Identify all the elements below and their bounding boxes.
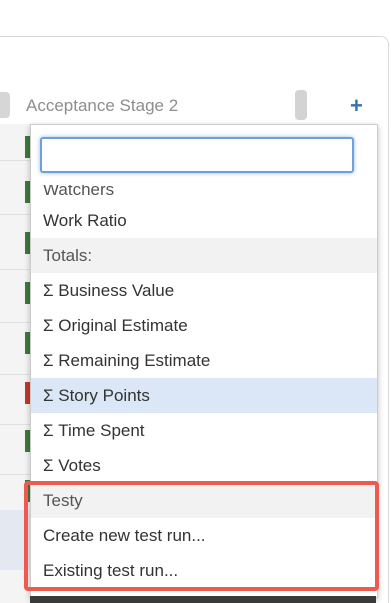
- list-item[interactable]: Σ Story Points: [31, 378, 377, 413]
- list-item[interactable]: Σ Votes: [31, 448, 377, 483]
- left-strip-selected: [0, 510, 30, 570]
- list-item[interactable]: Existing test run...: [31, 553, 377, 588]
- list-item[interactable]: Σ Time Spent: [31, 413, 377, 448]
- search-area: [31, 125, 377, 185]
- row-divider: [0, 214, 30, 215]
- row-divider: [0, 322, 30, 323]
- list-item[interactable]: Σ Remaining Estimate: [31, 343, 377, 378]
- row-divider: [0, 474, 30, 475]
- list-item[interactable]: Work Ratio: [31, 203, 377, 238]
- list-group-header: Totals:: [31, 238, 377, 273]
- list-group-header: Testy: [31, 483, 377, 518]
- list-item[interactable]: Σ Business Value: [31, 273, 377, 308]
- row-divider: [0, 160, 30, 161]
- list-item[interactable]: Watchers: [31, 185, 377, 203]
- field-list: Watchers Work Ratio Totals: Σ Business Valu…: [31, 185, 377, 588]
- list-item[interactable]: Create new test run...: [31, 518, 377, 553]
- search-input[interactable]: [40, 137, 354, 173]
- list-item[interactable]: Σ Original Estimate: [31, 308, 377, 343]
- row-divider: [0, 269, 30, 270]
- dropdown-bottom-edge: [30, 596, 376, 603]
- column-resize-handle[interactable]: [0, 92, 10, 118]
- plus-icon[interactable]: +: [350, 94, 363, 118]
- field-picker-dropdown: Watchers Work Ratio Totals: Σ Business Valu…: [30, 124, 378, 598]
- row-divider: [0, 374, 30, 375]
- screen: Acceptance Stage 2 + Watchers Work Ratio T…: [0, 0, 391, 603]
- column-scroll-handle[interactable]: [295, 90, 307, 120]
- column-title[interactable]: Acceptance Stage 2: [26, 96, 178, 116]
- row-divider: [0, 424, 30, 425]
